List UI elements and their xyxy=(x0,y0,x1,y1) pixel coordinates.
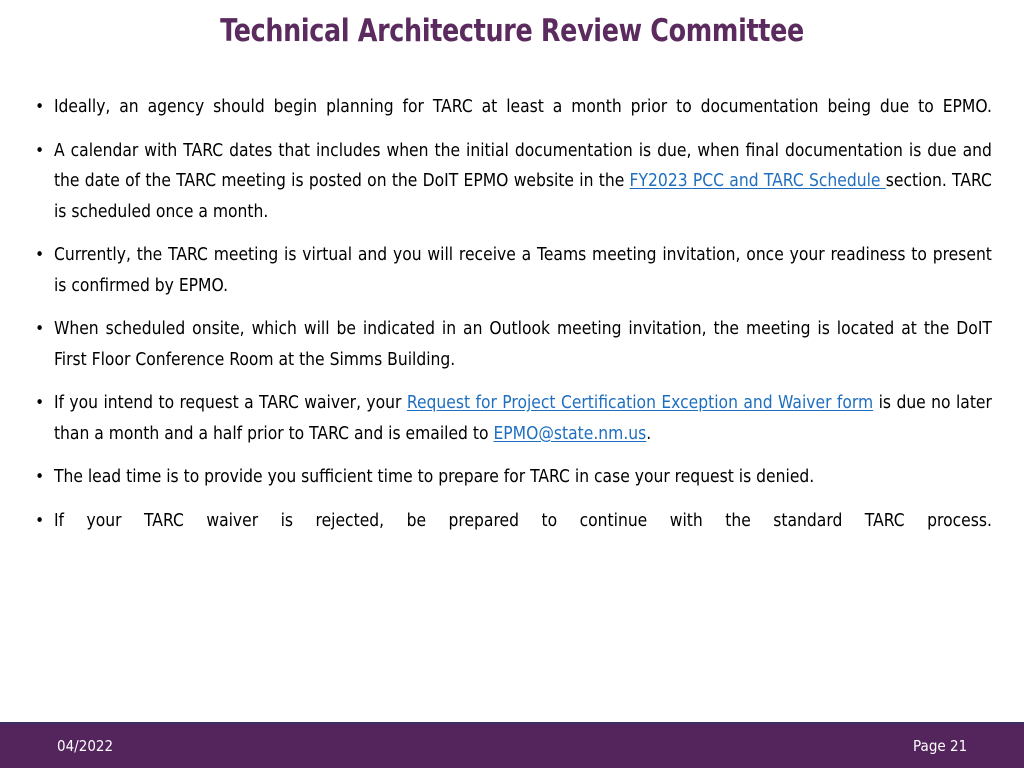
text-run: If you intend to request a TARC waiver, … xyxy=(53,393,407,413)
bullet-virtual-meeting: • Currently, the TARC meeting is virtual … xyxy=(28,240,992,301)
epmo-email-link[interactable]: EPMO@state.nm.us xyxy=(493,424,646,444)
bullet-tarc-calendar: • A calendar with TARC dates that include… xyxy=(28,136,992,228)
bullet-list: • Ideally, an agency should begin plannin… xyxy=(28,92,992,536)
text-run: Currently, the TARC meeting is virtual a… xyxy=(53,245,992,296)
bullet-marker-icon: • xyxy=(35,467,45,487)
bullet-marker-icon: • xyxy=(35,140,45,161)
text-run: The lead time is to provide you sufficie… xyxy=(53,467,815,487)
bullet-tarc-waiver: • If you intend to request a TARC waiver,… xyxy=(28,388,992,449)
bullet-marker-icon: • xyxy=(35,97,45,117)
bullet-text: When scheduled onsite, which will be ind… xyxy=(54,319,992,370)
bullet-onsite-location: • When scheduled onsite, which will be in… xyxy=(28,314,992,375)
bullet-marker-icon: • xyxy=(35,319,45,339)
text-run: . xyxy=(646,423,652,444)
bullet-lead-time-reason: • The lead time is to provide you suffici… xyxy=(28,462,992,493)
text-run: When scheduled onsite, which will be ind… xyxy=(53,319,992,370)
fy2023-pcc-tarc-schedule-link[interactable]: FY2023 PCC and TARC Schedule xyxy=(630,171,886,191)
bullet-text: Currently, the TARC meeting is virtual a… xyxy=(54,245,992,296)
bullet-marker-icon: • xyxy=(35,510,45,531)
bullet-text: If your TARC waiver is rejected, be prep… xyxy=(54,511,992,531)
bullet-text: A calendar with TARC dates that includes… xyxy=(54,141,992,222)
footer-date: 04/2022 xyxy=(57,737,114,755)
footer-page-number: Page 21 xyxy=(912,737,967,755)
slide-footer: 04/2022 Page 21 xyxy=(0,722,1024,768)
text-run: If your TARC waiver is rejected, be prep… xyxy=(53,510,992,531)
text-run: Ideally, an agency should begin planning… xyxy=(53,97,992,117)
slide: Technical Architecture Review Committee … xyxy=(0,0,1024,768)
waiver-form-link[interactable]: Request for Project Certification Except… xyxy=(407,393,873,413)
page-title: Technical Architecture Review Committee xyxy=(220,13,804,49)
bullet-text: The lead time is to provide you sufficie… xyxy=(54,467,814,487)
bullet-marker-icon: • xyxy=(35,245,45,265)
bullet-planning-lead-time: • Ideally, an agency should begin plannin… xyxy=(28,92,992,123)
bullet-waiver-rejected: • If your TARC waiver is rejected, be pre… xyxy=(28,506,992,537)
bullet-text: Ideally, an agency should begin planning… xyxy=(54,97,992,117)
bullet-text: If you intend to request a TARC waiver, … xyxy=(54,393,992,444)
bullet-marker-icon: • xyxy=(35,393,45,413)
